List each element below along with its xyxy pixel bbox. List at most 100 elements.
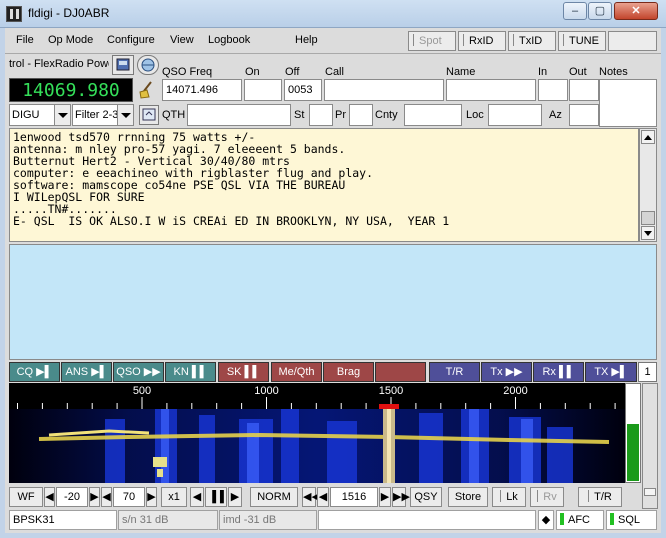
afc-toggle[interactable]: AFC (556, 510, 604, 530)
macro-button[interactable]: Rx ▌▌ (533, 362, 584, 382)
macro-page-indicator[interactable]: 1 (638, 362, 657, 382)
zoom-in-button[interactable]: ▶ (228, 487, 242, 507)
azimuth-field[interactable] (569, 104, 599, 126)
macro-button[interactable]: CQ ▶▌ (9, 362, 60, 382)
state-label: St (294, 109, 305, 121)
scroll-down-icon[interactable] (641, 226, 655, 240)
menu-file[interactable]: File (16, 34, 34, 46)
range-field[interactable]: 70 (113, 487, 145, 507)
name-label: Name (446, 66, 476, 78)
offset-decrease-button[interactable]: ◀ (44, 487, 55, 507)
call-label: Call (325, 66, 344, 78)
qsy-button[interactable]: QSY (410, 487, 442, 507)
province-field[interactable] (349, 104, 373, 126)
zoom-button[interactable]: x1 (161, 487, 187, 507)
tx-text-panel[interactable] (9, 244, 657, 360)
menu-op-mode[interactable]: Op Mode (48, 34, 93, 46)
freq-down-button[interactable]: ◀ (317, 487, 329, 507)
lock-toggle[interactable]: Lk (492, 487, 526, 507)
offset-field[interactable]: -20 (56, 487, 88, 507)
rst-out-label: Out (569, 66, 587, 78)
scale-label: 2000 (503, 385, 527, 397)
rig-name: trol - FlexRadio Powe (9, 58, 109, 70)
rx-scrollbar[interactable] (639, 128, 657, 242)
clear-button[interactable] (137, 80, 159, 100)
freq-fast-up-button[interactable]: ▶▶ (392, 487, 410, 507)
macro-button[interactable]: ANS ▶▌ (61, 362, 112, 382)
scroll-thumb[interactable] (641, 211, 655, 225)
rig-connect-button[interactable] (137, 55, 159, 75)
afc-led-icon (560, 513, 564, 525)
on-label: On (245, 66, 260, 78)
menu-divider (5, 53, 661, 54)
range-increase-button[interactable]: ▶ (146, 487, 157, 507)
freq-up-button[interactable]: ▶ (379, 487, 391, 507)
macro-button[interactable]: Brag (323, 362, 374, 382)
carrier-freq-field[interactable]: 1516 (330, 487, 378, 507)
window-title: fldigi - DJ0ABR (28, 6, 110, 20)
rx-text-panel[interactable]: 1enwood tsd570 rrnning 75 watts +/- ante… (9, 128, 639, 242)
minimize-button[interactable]: – (563, 2, 587, 20)
qth-label: QTH (162, 109, 186, 121)
globe-icon (141, 58, 155, 72)
tune-toggle[interactable]: TUNE (558, 31, 606, 51)
title-bar: fldigi - DJ0ABR – ▢ ✕ (0, 0, 666, 28)
rig-settings-button[interactable] (112, 55, 134, 75)
status-mode[interactable]: BPSK31 (9, 510, 117, 530)
macro-button[interactable]: Me/Qth (271, 362, 322, 382)
call-field[interactable] (324, 79, 444, 101)
offset-increase-button[interactable]: ▶ (89, 487, 100, 507)
freq-fast-down-button[interactable]: ◀◀ (302, 487, 320, 507)
macro-button[interactable]: Tx ▶▶ (481, 362, 532, 382)
pause-button[interactable]: ▐▐ (205, 487, 227, 507)
blank-toggle[interactable] (608, 31, 657, 51)
state-field[interactable] (309, 104, 333, 126)
menu-bar: File Op Mode Configure View Logbook Help (5, 30, 407, 52)
updown-icon[interactable]: ◆ (538, 510, 554, 530)
menu-help[interactable]: Help (295, 34, 318, 46)
lookup-button[interactable] (139, 105, 159, 125)
menu-configure[interactable]: Configure (107, 34, 155, 46)
txid-toggle[interactable]: TxID (508, 31, 556, 51)
store-button[interactable]: Store (448, 487, 488, 507)
time-off-field[interactable]: 0053 (284, 79, 322, 101)
rst-out-field[interactable] (569, 79, 599, 101)
macro-button[interactable]: KN ▌▌ (165, 362, 216, 382)
waterfall-display[interactable] (9, 409, 625, 483)
filter-select[interactable]: Filter 2-3 (72, 104, 134, 126)
wf-mode-button[interactable]: WF (9, 487, 43, 507)
speed-button[interactable]: NORM (250, 487, 298, 507)
scroll-knob[interactable] (644, 488, 656, 496)
time-on-field[interactable] (244, 79, 282, 101)
notes-field[interactable] (599, 79, 657, 127)
name-field[interactable] (446, 79, 536, 101)
macro-button[interactable]: TX ▶▌ (585, 362, 637, 382)
province-label: Pr (335, 109, 346, 121)
macro-button[interactable]: QSO ▶▶ (113, 362, 164, 382)
app-icon (6, 6, 22, 22)
range-decrease-button[interactable]: ◀ (101, 487, 112, 507)
rst-in-field[interactable] (538, 79, 568, 101)
scroll-up-icon[interactable] (641, 130, 655, 144)
menu-logbook[interactable]: Logbook (208, 34, 250, 46)
qso-freq-field[interactable]: 14071.496 (162, 79, 242, 101)
zoom-out-button[interactable]: ◀ (190, 487, 204, 507)
spot-toggle[interactable]: Spot (408, 31, 456, 51)
macro-button[interactable]: T/R (429, 362, 480, 382)
rxid-toggle[interactable]: RxID (458, 31, 506, 51)
maximize-button[interactable]: ▢ (588, 2, 612, 20)
country-field[interactable] (404, 104, 462, 126)
frequency-display[interactable]: 14069.980 (9, 78, 133, 102)
qso-freq-label: QSO Freq (162, 66, 213, 78)
macro-button[interactable]: SK ▌▌ (218, 362, 269, 382)
qth-field[interactable] (187, 104, 291, 126)
sql-toggle[interactable]: SQL (606, 510, 657, 530)
close-button[interactable]: ✕ (614, 2, 658, 20)
waterfall-scrollbar[interactable] (642, 383, 658, 509)
mode-select[interactable]: DIGU (9, 104, 71, 126)
macro-button[interactable] (375, 362, 426, 382)
locator-field[interactable] (488, 104, 542, 126)
menu-view[interactable]: View (170, 34, 194, 46)
reverse-toggle[interactable]: Rv (530, 487, 564, 507)
tr-toggle[interactable]: T/R (578, 487, 622, 507)
